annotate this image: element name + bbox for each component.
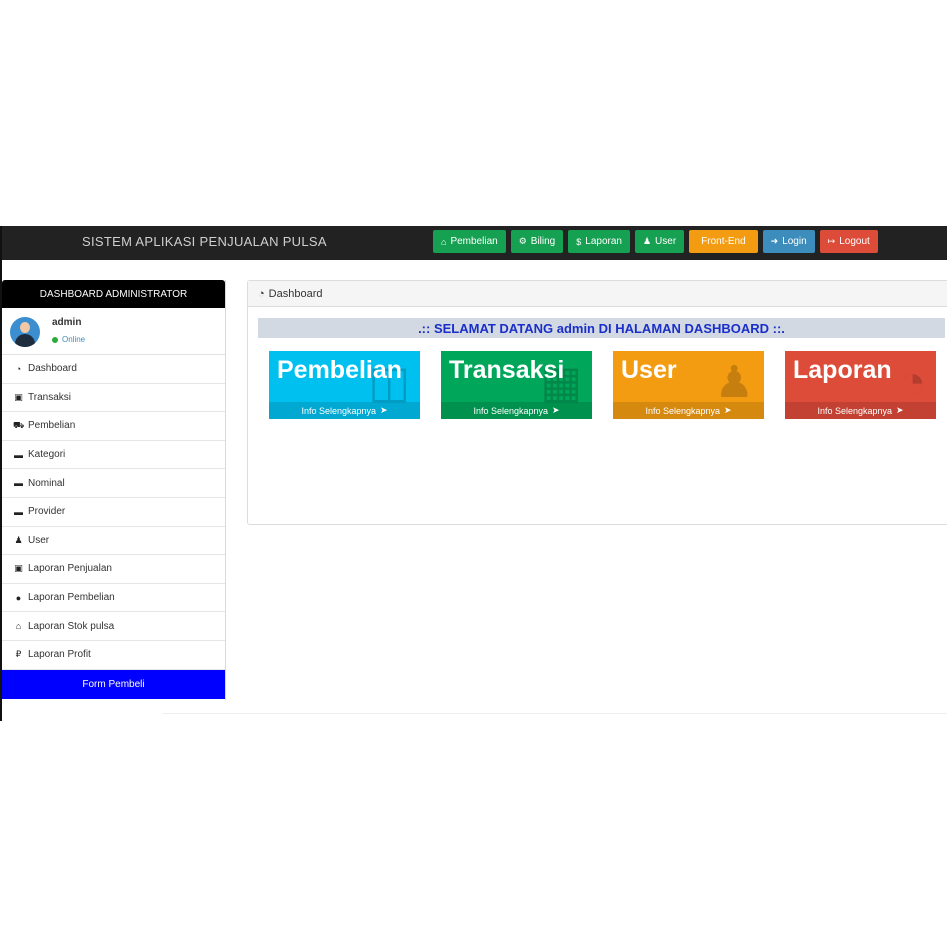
cogs-icon: ⚙: [518, 236, 527, 246]
nav-button-label: Biling: [530, 236, 556, 247]
panel-title: Dashboard: [268, 287, 323, 300]
nav-button-label: Pembelian: [450, 236, 498, 247]
sidebar-item-label: Pembelian: [28, 420, 76, 432]
sidebar-item-pembelian[interactable]: ⛟ Pembelian: [2, 412, 225, 441]
folder-icon: ▬: [14, 449, 23, 460]
nav-biling-button[interactable]: ⚙ Biling: [510, 230, 564, 253]
footer-divider: [162, 713, 947, 714]
nav-laporan-button[interactable]: $ Laporan: [568, 230, 630, 253]
sidebar-item-laporan-stok-pulsa[interactable]: ⌂ Laporan Stok pulsa: [2, 612, 225, 641]
tile-title: Transaksi: [449, 356, 565, 384]
pie-chart-icon: ◔: [899, 357, 926, 406]
tile-title: User: [621, 356, 677, 384]
dashboard-icon: ◔: [258, 287, 265, 300]
dashboard-panel: ◔ Dashboard .:: SELAMAT DATANG admin DI …: [247, 280, 947, 525]
tile-more-info-link[interactable]: Info Selengkapnya ➤: [269, 402, 420, 419]
sidebar: DASHBOARD ADMINISTRATOR admin Online ◔ D…: [2, 280, 226, 700]
sidebar-item-label: Dashboard: [28, 363, 77, 375]
sidebar-item-label: Kategori: [28, 449, 66, 461]
nav-button-label: Laporan: [585, 236, 622, 247]
ruble-icon: ₽: [15, 649, 22, 660]
avatar-head: [20, 322, 30, 333]
sidebar-item-label: Laporan Pembelian: [28, 592, 115, 604]
form-pembeli-button[interactable]: Form Pembeli: [2, 669, 225, 699]
money-icon: ▣: [14, 563, 23, 574]
sidebar-header: DASHBOARD ADMINISTRATOR: [2, 280, 225, 308]
nav-logout-button[interactable]: ↦ Logout: [819, 230, 878, 253]
top-navbar: SISTEM APLIKASI PENJUALAN PULSA ⌂ Pembel…: [2, 226, 947, 260]
user-icon: ♟: [642, 236, 652, 246]
nav-login-button[interactable]: ➜ Login: [762, 230, 815, 253]
tile-title: Pembelian: [277, 356, 403, 384]
sidebar-item-label: Nominal: [28, 477, 65, 489]
sidebar-item-laporan-pembelian[interactable]: ● Laporan Pembelian: [2, 584, 225, 613]
sidebar-item-laporan-penjualan[interactable]: ▣ Laporan Penjualan: [2, 555, 225, 584]
sign-in-icon: ➜: [770, 236, 779, 246]
tile-footer-label: Info Selengkapnya: [645, 405, 720, 416]
folder-icon: ▬: [14, 506, 23, 517]
user-profile: admin Online: [2, 308, 225, 355]
sidebar-item-kategori[interactable]: ▬ Kategori: [2, 441, 225, 470]
sidebar-item-user[interactable]: ♟ User: [2, 527, 225, 556]
user-status: Online: [52, 335, 85, 344]
sidebar-item-laporan-profit[interactable]: ₽ Laporan Profit: [2, 641, 225, 670]
tile-footer-label: Info Selengkapnya: [301, 405, 376, 416]
home-icon: ⌂: [441, 236, 447, 247]
tile-more-info-link[interactable]: Info Selengkapnya ➤: [785, 402, 936, 419]
nav-button-label: Logout: [839, 236, 870, 247]
nav-user-button[interactable]: ♟ User: [634, 230, 685, 253]
money-icon: ▣: [14, 391, 23, 402]
avatar: [10, 317, 40, 347]
avatar-body: [15, 334, 35, 347]
user-secret-icon: ♟: [14, 534, 23, 545]
nav-button-label: User: [655, 236, 677, 247]
folder-icon: ▬: [14, 478, 23, 489]
tile-title: Laporan: [793, 356, 892, 384]
sidebar-item-label: User: [28, 534, 50, 546]
tile-footer-label: Info Selengkapnya: [473, 405, 548, 416]
brand-title[interactable]: SISTEM APLIKASI PENJUALAN PULSA: [82, 234, 327, 249]
app-screen: SISTEM APLIKASI PENJUALAN PULSA ⌂ Pembel…: [0, 226, 947, 721]
nav-buttons: ⌂ Pembelian ⚙ Biling $ Laporan ♟ User Fr…: [433, 230, 878, 253]
dollar-icon: $: [576, 236, 582, 247]
user-name: admin: [52, 317, 82, 328]
tile-user[interactable]: User ♟ Info Selengkapnya ➤: [613, 351, 764, 419]
arrow-circle-right-icon: ➤: [552, 405, 560, 415]
sidebar-item-label: Laporan Profit: [28, 649, 91, 661]
sidebar-item-label: Laporan Stok pulsa: [28, 620, 115, 632]
nav-front-end-button[interactable]: Front-End: [689, 230, 758, 253]
sidebar-item-provider[interactable]: ▬ Provider: [2, 498, 225, 527]
nav-button-label: Login: [782, 236, 807, 247]
sidebar-item-label: Provider: [28, 506, 66, 518]
tile-pembelian[interactable]: Pembelian ◫ Info Selengkapnya ➤: [269, 351, 420, 419]
tile-more-info-link[interactable]: Info Selengkapnya ➤: [441, 402, 592, 419]
bank-icon: ⌂: [15, 621, 22, 632]
sign-out-icon: ↦: [827, 236, 836, 246]
sidebar-item-label: Laporan Penjualan: [28, 563, 112, 575]
dashboard-icon: ◔: [15, 363, 22, 374]
user-plus-icon: ♟: [714, 358, 754, 407]
tile-transaksi[interactable]: Transaksi ▦ Info Selengkapnya ➤: [441, 351, 592, 419]
arrow-circle-right-icon: ➤: [896, 405, 904, 415]
nav-pembelian-button[interactable]: ⌂ Pembelian: [433, 230, 506, 253]
nav-button-label: Front-End: [701, 236, 746, 247]
tile-laporan[interactable]: Laporan ◔ Info Selengkapnya ➤: [785, 351, 936, 419]
user-status-text: Online: [62, 335, 86, 344]
arrow-circle-right-icon: ➤: [724, 405, 732, 415]
circle-icon: ●: [15, 592, 22, 603]
panel-header: ◔ Dashboard: [248, 281, 947, 307]
sidebar-item-nominal[interactable]: ▬ Nominal: [2, 469, 225, 498]
welcome-banner: .:: SELAMAT DATANG admin DI HALAMAN DASH…: [258, 318, 945, 338]
sidebar-item-transaksi[interactable]: ▣ Transaksi: [2, 384, 225, 413]
dashboard-tiles: Pembelian ◫ Info Selengkapnya ➤ Transaks…: [269, 351, 936, 419]
sidebar-item-label: Transaksi: [28, 391, 71, 403]
tile-more-info-link[interactable]: Info Selengkapnya ➤: [613, 402, 764, 419]
tile-footer-label: Info Selengkapnya: [817, 405, 892, 416]
online-dot-icon: [52, 336, 58, 343]
sidebar-item-dashboard[interactable]: ◔ Dashboard: [2, 355, 225, 384]
arrow-circle-right-icon: ➤: [380, 405, 388, 415]
cart-icon: ⛟: [13, 419, 25, 430]
